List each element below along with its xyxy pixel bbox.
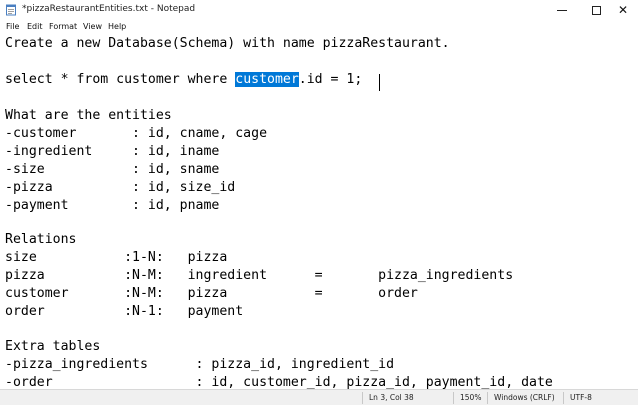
title-bar: *pizzaRestaurantEntities.txt - Notepad ✕ <box>0 0 638 20</box>
status-encoding: UTF-8 <box>570 393 592 402</box>
query-suffix: .id = 1; <box>298 72 363 87</box>
query-prefix: select * from customer where <box>5 72 236 87</box>
menu-format[interactable]: Format <box>49 22 77 31</box>
status-divider <box>563 392 564 404</box>
minimize-icon <box>557 9 567 11</box>
editor-line: -pizza_ingredients : pizza_id, ingredien… <box>5 357 395 372</box>
close-button[interactable]: ✕ <box>608 0 638 20</box>
menu-help[interactable]: Help <box>108 22 126 31</box>
menu-view[interactable]: View <box>83 22 102 31</box>
menu-bar: File Edit Format View Help <box>0 20 638 34</box>
editor-line: Create a new Database(Schema) with name … <box>5 36 450 51</box>
editor-line: What are the entities <box>5 108 172 123</box>
text-caret <box>379 74 380 91</box>
editor-line: order :N-1: payment <box>5 304 244 319</box>
menu-edit[interactable]: Edit <box>27 22 43 31</box>
notepad-icon <box>6 4 16 16</box>
editor-line: customer :N-M: pizza = order <box>5 286 418 301</box>
maximize-icon <box>591 5 601 15</box>
status-divider <box>487 392 488 404</box>
editor-line: size :1-N: pizza <box>5 250 228 265</box>
status-bar: Ln 3, Col 38 150% Windows (CRLF) UTF-8 <box>0 389 638 405</box>
maximize-button[interactable] <box>581 0 611 20</box>
status-divider <box>362 392 363 404</box>
editor-line: -pizza : id, size_id <box>5 180 236 195</box>
status-zoom: 150% <box>460 393 482 402</box>
editor-line: -payment : id, pname <box>5 198 220 213</box>
status-line-ending: Windows (CRLF) <box>494 393 555 402</box>
status-divider <box>453 392 454 404</box>
editor-line: -size : id, sname <box>5 162 220 177</box>
editor-line: -ingredient : id, iname <box>5 144 220 159</box>
editor-line: pizza :N-M: ingredient = pizza_ingredien… <box>5 268 514 283</box>
window-title: *pizzaRestaurantEntities.txt - Notepad <box>22 4 196 14</box>
menu-file[interactable]: File <box>6 22 19 31</box>
status-cursor-position: Ln 3, Col 38 <box>369 393 414 402</box>
selected-text: customer <box>235 72 299 87</box>
editor-line: Relations <box>5 232 77 247</box>
editor-line: Extra tables <box>5 339 101 354</box>
editor-line-query: select * from customer where customer.id… <box>5 71 362 89</box>
minimize-button[interactable] <box>547 0 577 20</box>
text-editor[interactable]: Create a new Database(Schema) with name … <box>0 34 638 389</box>
close-icon: ✕ <box>617 3 629 17</box>
editor-line: -customer : id, cname, cage <box>5 126 268 141</box>
editor-line: -order : id, customer_id, pizza_id, paym… <box>5 375 553 389</box>
